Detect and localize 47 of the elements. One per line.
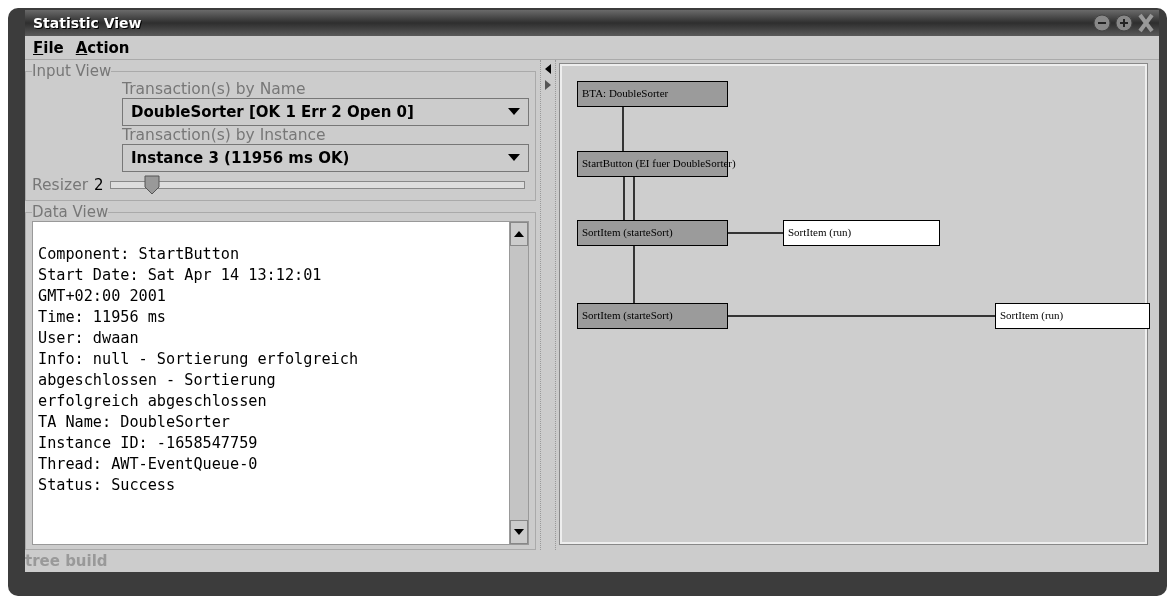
details-line: Start Date: Sat Apr 14 13:12:01	[38, 265, 323, 286]
window-title: Statistic View	[32, 15, 142, 31]
node-label: SortItem (run)	[1000, 309, 1064, 321]
down-arrow-icon	[514, 529, 524, 535]
maximize-icon[interactable]	[1115, 14, 1133, 32]
section-title: Input View	[32, 62, 112, 80]
scroll-up-button[interactable]	[510, 222, 528, 246]
details-line: Instance ID: -1658547759	[38, 433, 259, 454]
node-label: SortItem (run)	[788, 226, 852, 238]
details-line: Time: 11956 ms	[38, 307, 167, 328]
expand-right-icon[interactable]	[545, 80, 551, 90]
details-line: GMT+02:00 2001	[38, 286, 167, 307]
details-line: Status: Success	[38, 475, 177, 496]
menu-item[interactable]: File	[33, 39, 64, 56]
details-line: erfolgreich abgeschlossen	[38, 391, 268, 412]
details-line: Thread: AWT-EventQueue-0	[38, 454, 259, 475]
diagram-node[interactable]: SortItem (run)	[995, 303, 1150, 329]
close-icon[interactable]	[1137, 13, 1155, 33]
node-label: SortItem (starteSort)	[582, 309, 673, 321]
scroll-down-button[interactable]	[510, 520, 528, 544]
menu-item[interactable]: Action	[75, 39, 130, 56]
diagram-node[interactable]: SortItem (run)	[783, 220, 940, 246]
dropdown[interactable]: Instance 3 (11956 ms OK)	[122, 144, 529, 172]
details-line: TA Name: DoubleSorter	[38, 412, 232, 433]
caret-icon	[508, 154, 520, 162]
field-label: Transaction(s) by Name	[122, 80, 307, 98]
node-label: BTA: DoubleSorter	[582, 87, 669, 99]
field-label: Transaction(s) by Instance	[122, 126, 327, 144]
details-line: User: dwaan	[38, 328, 140, 349]
details-line: Info: null - Sortierung erfolgreich	[38, 349, 360, 370]
slider-label: Resizer	[32, 176, 89, 194]
section-title: Data View	[32, 203, 109, 221]
details-line: abgeschlossen - Sortierung	[38, 370, 277, 391]
details-line: Component: StartButton	[38, 244, 241, 265]
slider-value: 2	[94, 176, 104, 194]
slider-thumb[interactable]	[143, 175, 160, 195]
up-arrow-icon	[514, 231, 524, 237]
connector-line	[727, 232, 784, 234]
node-label: SortItem (starteSort)	[582, 226, 673, 238]
minimize-icon[interactable]	[1093, 14, 1111, 32]
dropdown[interactable]: DoubleSorter [OK 1 Err 2 Open 0]	[122, 98, 529, 126]
diagram-node[interactable]: BTA: DoubleSorter	[577, 81, 728, 107]
diagram-node[interactable]: SortItem (starteSort)	[577, 303, 728, 329]
diagram-node[interactable]: SortItem (starteSort)	[577, 220, 728, 246]
details-text-area[interactable]	[32, 221, 529, 545]
collapse-left-icon[interactable]	[545, 64, 551, 74]
caret-icon	[508, 108, 520, 116]
